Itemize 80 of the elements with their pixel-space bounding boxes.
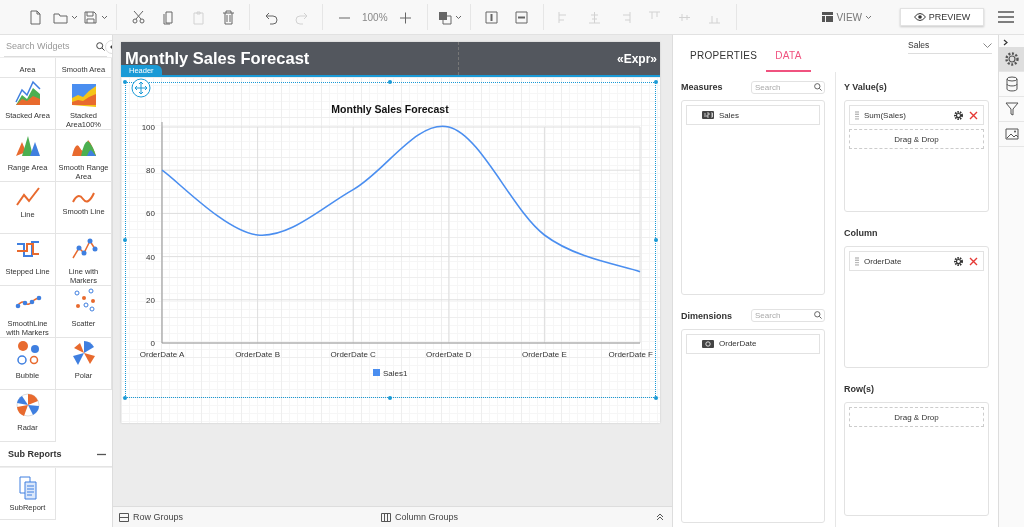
assigned-field[interactable]: Sum(Sales) [849,105,984,125]
legend-swatch [373,369,380,376]
menu-icon[interactable] [998,11,1014,23]
close-icon[interactable] [969,257,978,266]
drag-handle-icon[interactable] [855,110,859,120]
axis-category-label: OrderDate B [235,350,281,359]
field-name: Sum(Sales) [864,110,906,120]
axis-tick-label: 100 [141,123,155,132]
section-title: Dimensions [681,310,732,321]
eye-icon [913,13,926,21]
date-field-icon [702,339,714,348]
drop-target[interactable]: Drag & Drop [849,129,984,149]
assigned-field[interactable]: OrderDate [849,251,984,272]
drag-handle-icon[interactable] [855,257,859,266]
smooth-line-chart-icon [72,190,95,204]
zoom-level: 100% [361,11,389,23]
save-icon [82,8,99,26]
axis-category-label: OrderDate D [426,350,472,359]
axis-tick-label: 0 [150,339,155,348]
search-field[interactable]: Search [751,309,825,322]
section-title: Y Value(s) [844,82,887,92]
caret-icon [865,14,872,20]
resize-handle[interactable] [654,80,658,84]
field-name: OrderDate [719,339,757,348]
section-title: Measures [681,82,723,92]
search-icon [96,42,105,51]
layout-icon [822,12,834,22]
search-field[interactable]: Search [751,80,825,94]
move-handle-icon[interactable] [131,78,151,98]
section-title: Row(s) [844,384,874,395]
expand-up-icon[interactable] [656,513,664,521]
caret-icon [454,14,462,20]
document-icon [16,475,39,500]
field-name: OrderDate [864,257,902,266]
caret-icon [101,14,108,20]
row-groups-button[interactable]: Row Groups [119,512,184,522]
view-menu[interactable]: VIEW [816,10,878,24]
resize-handle[interactable] [654,238,658,242]
preview-button[interactable]: PREVIEW [900,8,984,26]
resize-handle[interactable] [123,238,127,242]
resize-handle[interactable] [123,396,127,400]
axis-category-label: OrderDate A [139,350,185,359]
section-title: Column [844,228,878,239]
stacked-area-chart-icon [12,78,43,108]
chevron-down-icon [983,42,992,48]
chevron-right-icon[interactable] [1003,38,1008,46]
field-item[interactable]: OrderDate [686,333,820,354]
search-icon [814,82,822,91]
panel-tab[interactable]: PROPERTIES [681,35,767,72]
axis-category-label: OrderDate E [521,350,567,359]
dataset-dropdown[interactable]: Sales [908,40,992,54]
columns-icon [381,512,391,522]
field-name: Sales [719,110,739,120]
axis-category-label: OrderDate C [330,350,376,359]
axis-tick-label: 80 [146,166,155,176]
column-groups-button[interactable]: Column Groups [381,512,459,522]
number-field-icon [702,111,714,119]
caret-icon [71,14,78,20]
legend-label: Sales1 [383,369,408,378]
resize-handle[interactable] [388,80,392,84]
resize-handle[interactable] [654,396,658,400]
rows-icon [119,512,129,522]
field-item[interactable]: Sales [686,105,820,125]
drop-target[interactable]: Drag & Drop [849,407,984,428]
report-title: Monthly Sales Forecast [125,49,310,68]
expression-field: «Expr» [616,51,657,66]
line-chart-icon [15,187,40,207]
axis-tick-label: 60 [146,209,155,219]
search-icon [814,311,822,319]
axis-tick-label: 20 [146,295,155,305]
chart-title: Monthly Sales Forecast [331,103,449,115]
section-title: Sub Reports [8,449,62,459]
settings-icon[interactable] [953,109,964,121]
axis-tick-label: 40 [146,252,155,262]
resize-handle[interactable] [388,396,392,400]
close-icon[interactable] [969,110,978,120]
settings-icon[interactable] [953,256,964,267]
resize-handle[interactable] [123,80,127,84]
search-field[interactable]: Search Widgets [4,35,107,57]
axis-category-label: OrderDate F [608,350,653,359]
